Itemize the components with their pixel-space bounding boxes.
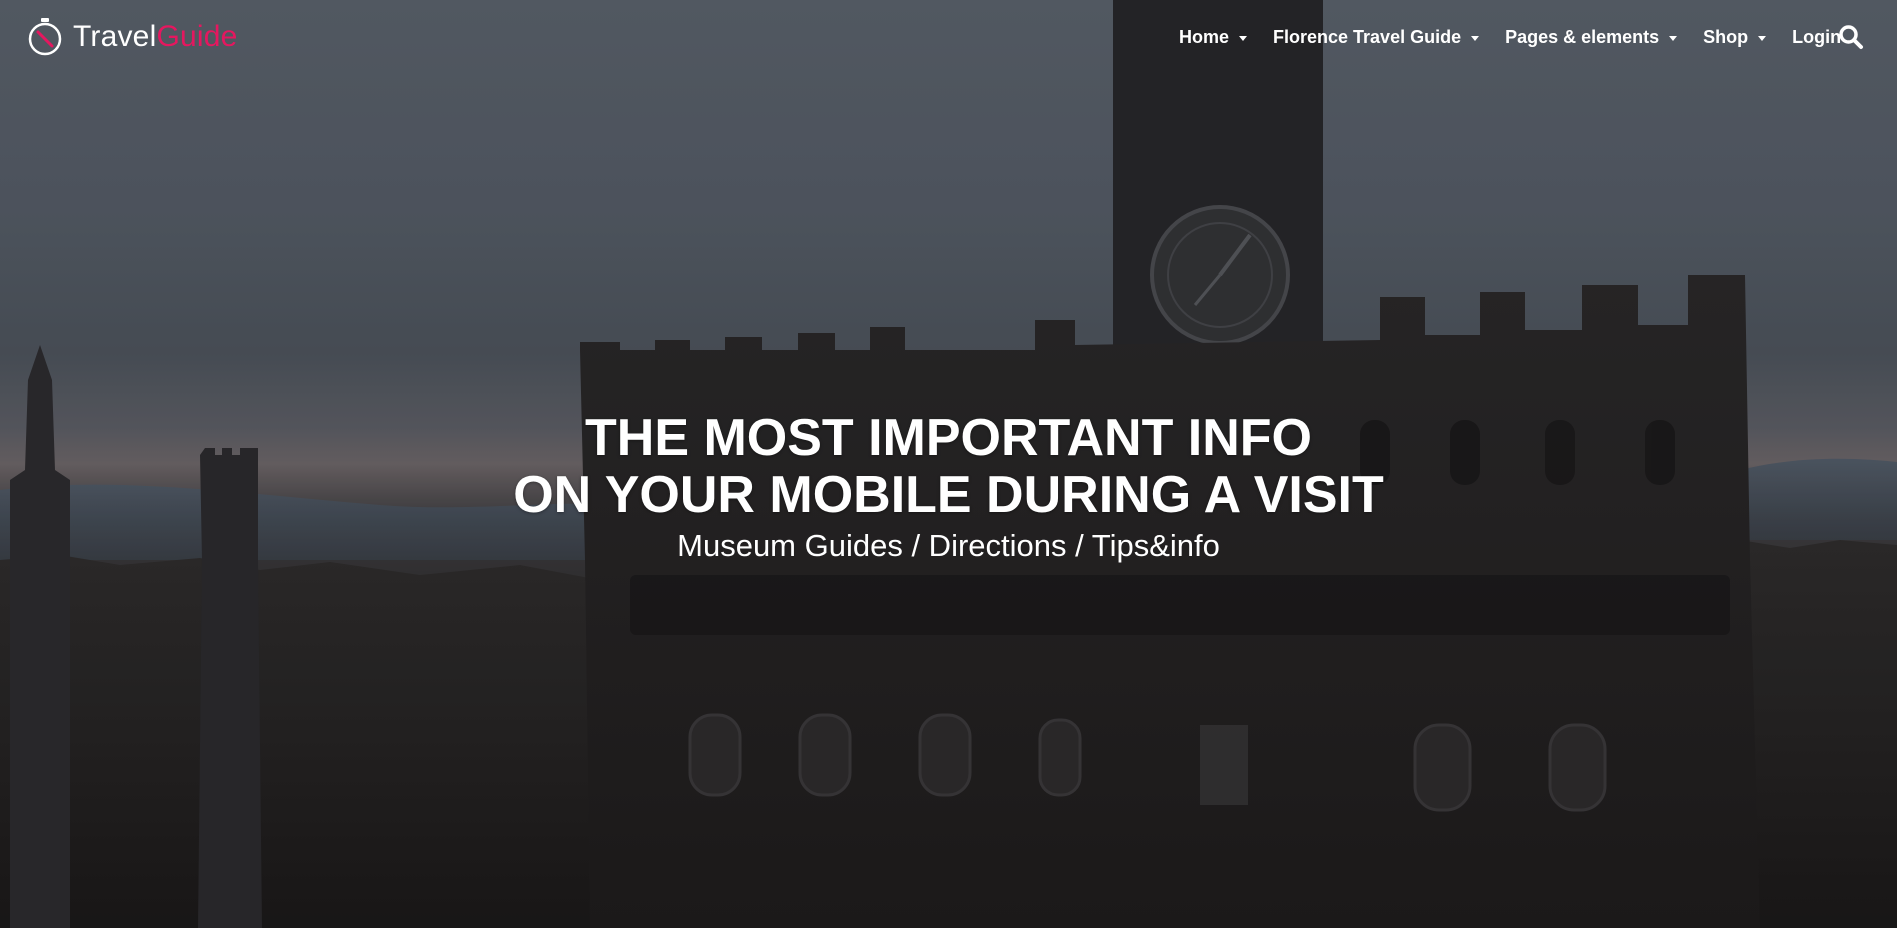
site-header: TravelGuide Home Florence Travel Guide P…	[0, 0, 1897, 74]
hero-headline: THE MOST IMPORTANT INFO ON YOUR MOBILE D…	[0, 410, 1897, 524]
logo-text-travel: Travel	[73, 20, 157, 53]
nav-item-label: Florence Travel Guide	[1273, 26, 1462, 47]
main-navigation: Home Florence Travel Guide Pages & eleme…	[1179, 22, 1867, 52]
hero-headline-line1: THE MOST IMPORTANT INFO	[585, 409, 1312, 467]
hero-subline: Museum Guides / Directions / Tips&info	[677, 528, 1220, 563]
nav-item-label: Pages & elements	[1505, 26, 1660, 47]
nav-item-pages-elements[interactable]: Pages & elements	[1505, 26, 1678, 48]
nav-item-login[interactable]: Login	[1792, 27, 1841, 48]
search-icon	[1839, 25, 1863, 49]
search-button[interactable]	[1838, 24, 1864, 50]
hero-text-block: THE MOST IMPORTANT INFO ON YOUR MOBILE D…	[0, 410, 1897, 566]
logo-text-guide: Guide	[156, 20, 238, 53]
nav-item-label: Shop	[1703, 26, 1749, 47]
caret-down-icon	[1669, 35, 1678, 41]
logo-text: TravelGuide	[73, 20, 238, 54]
compass-icon	[28, 18, 62, 56]
site-logo[interactable]: TravelGuide	[27, 17, 238, 57]
nav-item-label: Login	[1792, 26, 1842, 47]
nav-item-label: Home	[1179, 26, 1230, 47]
caret-down-icon	[1239, 35, 1248, 41]
nav-item-shop[interactable]: Shop	[1703, 26, 1767, 48]
caret-down-icon	[1471, 35, 1480, 41]
caret-down-icon	[1758, 35, 1767, 41]
hero-headline-line2: ON YOUR MOBILE DURING A VISIT	[513, 466, 1384, 524]
hero-section: TravelGuide Home Florence Travel Guide P…	[0, 0, 1897, 928]
nav-item-florence-travel-guide[interactable]: Florence Travel Guide	[1273, 26, 1480, 48]
nav-item-home[interactable]: Home	[1179, 26, 1248, 48]
